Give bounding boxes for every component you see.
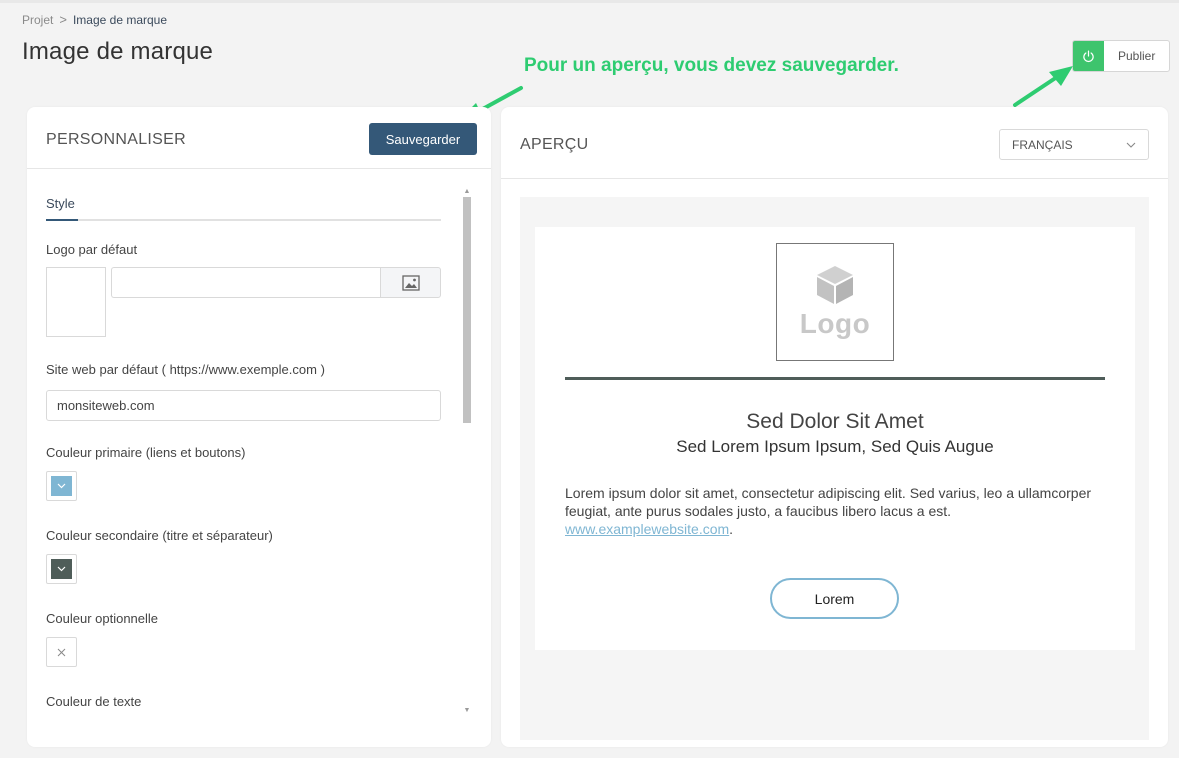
- language-select-value: FRANÇAIS: [1012, 137, 1073, 152]
- language-select[interactable]: FRANÇAIS: [999, 129, 1149, 160]
- primary-color-fill: [51, 476, 72, 496]
- chevron-down-icon: [57, 483, 66, 489]
- top-border: [0, 0, 1179, 3]
- logo-url-input[interactable]: [111, 267, 381, 298]
- breadcrumb-current: Image de marque: [72, 12, 168, 27]
- scroll-up-icon[interactable]: ▲: [463, 188, 471, 196]
- chevron-down-icon: [1126, 142, 1136, 148]
- preview-button[interactable]: Lorem: [770, 578, 899, 619]
- publish-button[interactable]: Publier: [1104, 41, 1169, 71]
- preview-email: Logo Sed Dolor Sit Amet Sed Lorem Ipsum …: [535, 227, 1135, 650]
- tab-active-indicator: [46, 219, 78, 221]
- publish-toggle-button[interactable]: [1073, 41, 1104, 71]
- chevron-down-icon: [57, 566, 66, 572]
- site-url-input[interactable]: monsiteweb.com: [46, 390, 441, 421]
- secondary-color-label: Couleur secondaire (titre et séparateur): [46, 528, 273, 543]
- preview-separator: [565, 377, 1105, 380]
- tab-style[interactable]: Style: [46, 196, 75, 211]
- preview-panel-header: APERÇU FRANÇAIS: [501, 107, 1168, 179]
- preview-body-text: Lorem ipsum dolor sit amet, consectetur …: [565, 485, 1092, 519]
- logo-label: Logo par défaut: [46, 242, 138, 257]
- chevron-right-icon: >: [59, 12, 67, 27]
- preview-link-suffix: .: [729, 521, 734, 537]
- power-icon: [1083, 50, 1094, 62]
- image-icon: [401, 274, 420, 291]
- site-label: Site web par défaut ( https://www.exempl…: [46, 362, 325, 377]
- primary-color-label: Couleur primaire (liens et boutons): [46, 445, 246, 460]
- preview-link[interactable]: www.examplewebsite.com: [565, 521, 729, 537]
- preview-panel: APERÇU FRANÇAIS Logo Sed Dolor Sit Amet …: [501, 107, 1168, 747]
- logo-upload-button[interactable]: [380, 267, 441, 298]
- page-title: Image de marque: [22, 38, 214, 65]
- preview-logo-placeholder: Logo: [776, 243, 894, 361]
- scroll-down-icon[interactable]: ▼: [463, 707, 471, 715]
- breadcrumb: Projet > Image de marque: [22, 12, 167, 27]
- customize-form: Style Logo par défaut Site web par défau…: [46, 169, 446, 739]
- preview-body: Lorem ipsum dolor sit amet, consectetur …: [565, 484, 1105, 538]
- customize-panel-title: PERSONNALISER: [46, 131, 186, 148]
- customize-panel-header: PERSONNALISER Sauvegarder: [27, 107, 491, 169]
- secondary-color-fill: [51, 559, 72, 579]
- save-button[interactable]: Sauvegarder: [369, 123, 477, 155]
- secondary-color-picker[interactable]: [46, 554, 77, 584]
- primary-color-picker[interactable]: [46, 471, 77, 501]
- close-icon: [57, 648, 66, 656]
- scroll-thumb[interactable]: [463, 197, 471, 423]
- annotation-text: Pour un aperçu, vous devez sauvegarder.: [524, 55, 899, 76]
- form-scrollbar[interactable]: ▲ ▼: [463, 188, 471, 722]
- text-color-label: Couleur de texte: [46, 694, 142, 709]
- breadcrumb-root-link[interactable]: Projet: [22, 13, 53, 27]
- preview-logo-text: Logo: [799, 308, 871, 339]
- optional-color-picker[interactable]: [46, 637, 77, 667]
- preview-canvas: Logo Sed Dolor Sit Amet Sed Lorem Ipsum …: [520, 197, 1149, 740]
- logo-preview: [46, 267, 106, 337]
- preview-panel-title: APERÇU: [520, 136, 589, 153]
- tab-underline: [46, 219, 441, 221]
- customize-panel: PERSONNALISER Sauvegarder Style Logo par…: [27, 107, 491, 747]
- box-icon: [817, 266, 853, 304]
- publish-control: Publier: [1072, 40, 1171, 72]
- preview-subheading: Sed Lorem Ipsum Ipsum, Sed Quis Augue: [676, 437, 994, 456]
- optional-color-label: Couleur optionnelle: [46, 611, 159, 626]
- preview-heading: Sed Dolor Sit Amet: [746, 410, 924, 433]
